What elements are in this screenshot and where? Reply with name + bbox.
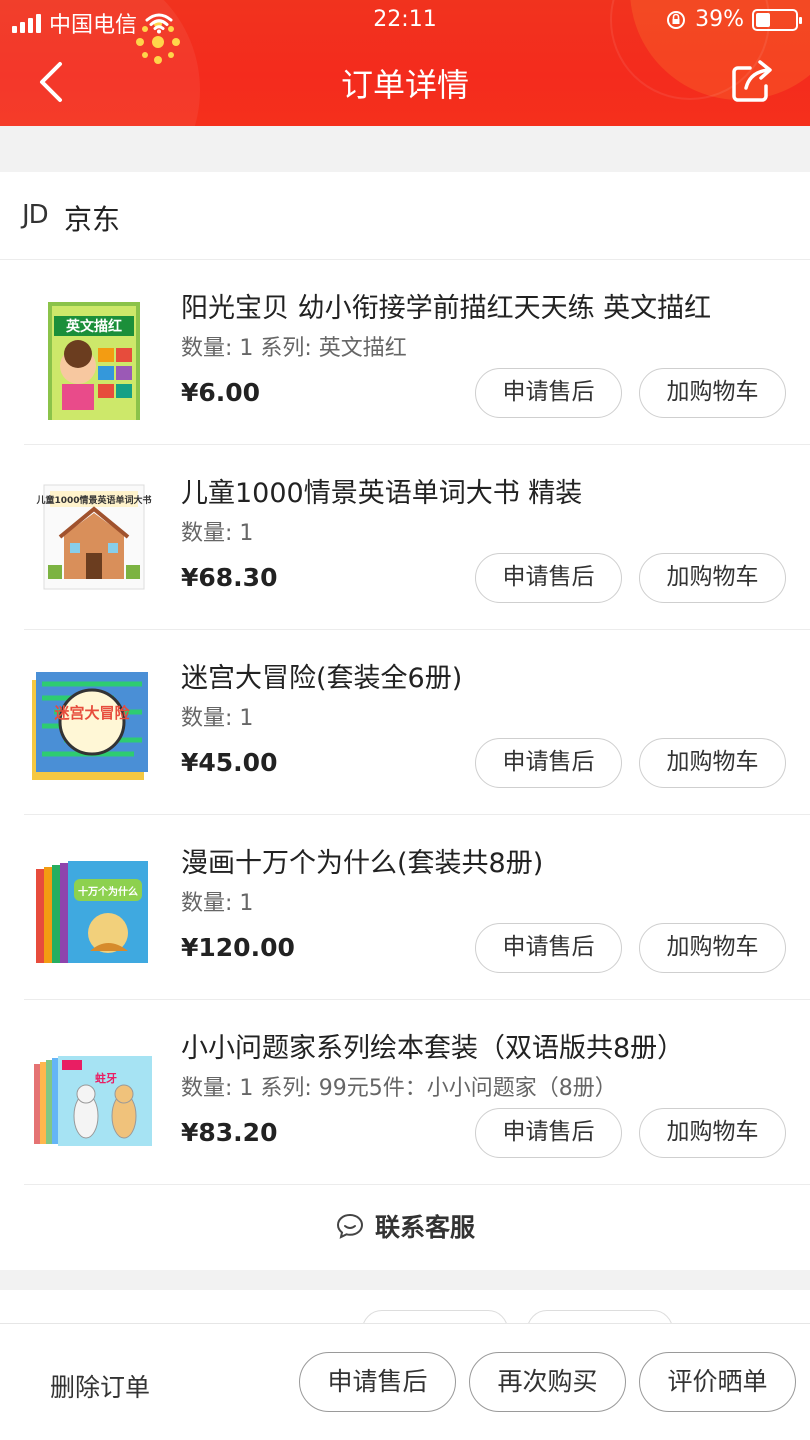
order-item[interactable]: 蛀牙 小小问题家系列绘本套装（双语版共8册） 数量: 1 系列: 99元5件：小… <box>24 1000 810 1185</box>
thumb-title: 十万个为什么 <box>78 885 138 898</box>
nav-bar: 订单详情 <box>0 42 810 126</box>
product-name[interactable]: 迷宫大冒险(套装全6册) <box>181 656 462 695</box>
header: 中国电信 22:11 39% 订单详情 <box>0 0 810 126</box>
page-title: 订单详情 <box>340 66 469 104</box>
bottom-action-bar: 删除订单 申请售后 再次购买 评价晒单 <box>0 1323 810 1440</box>
thumb-title: 英文描红 <box>65 318 122 335</box>
add-to-cart-button[interactable]: 加购物车 <box>639 923 786 973</box>
add-to-cart-button[interactable]: 加购物车 <box>639 738 786 788</box>
battery-icon <box>752 8 802 31</box>
thumb-title: 蛀牙 <box>95 1071 117 1085</box>
add-to-cart-button[interactable]: 加购物车 <box>639 553 786 603</box>
product-thumbnail[interactable]: 儿童1000情景英语单词大书 <box>24 469 160 605</box>
product-meta: 数量: 1 系列: 99元5件：小小问题家（8册） <box>181 1076 617 1101</box>
thumb-title: 迷宫大冒险 <box>53 704 130 722</box>
after-sales-button[interactable]: 申请售后 <box>299 1352 456 1412</box>
contact-service-label: 联系客服 <box>374 1213 475 1242</box>
order-item[interactable]: 十万个为什么 漫画十万个为什么(套装共8册) 数量: 1 ¥120.00 申请售… <box>24 815 810 1000</box>
after-sales-button[interactable]: 申请售后 <box>475 1108 622 1158</box>
jd-logo: JD <box>22 200 49 230</box>
product-meta: 数量: 1 系列: 英文描红 <box>181 336 407 361</box>
order-store-card: JD 京东 英文描红 阳光宝贝 幼小衔接学前描红天天练 英文描红 数量: 1 系… <box>0 172 810 1270</box>
product-thumbnail[interactable]: 蛀牙 <box>24 1024 160 1160</box>
contact-service-button[interactable]: 联系客服 <box>0 1184 810 1270</box>
product-price: ¥68.30 <box>181 563 278 592</box>
product-name[interactable]: 阳光宝贝 幼小衔接学前描红天天练 英文描红 <box>181 286 711 325</box>
product-thumbnail[interactable]: 迷宫大冒险 <box>24 654 160 790</box>
after-sales-button[interactable]: 申请售后 <box>475 368 622 418</box>
store-header[interactable]: JD 京东 <box>0 172 810 260</box>
product-name[interactable]: 漫画十万个为什么(套装共8册) <box>181 841 543 880</box>
order-item[interactable]: 英文描红 阳光宝贝 幼小衔接学前描红天天练 英文描红 数量: 1 系列: 英文描… <box>24 260 810 445</box>
product-name[interactable]: 小小问题家系列绘本套装（双语版共8册） <box>181 1026 684 1065</box>
rotation-lock-icon <box>667 10 686 29</box>
after-sales-button[interactable]: 申请售后 <box>475 738 622 788</box>
store-name: 京东 <box>64 203 121 236</box>
chat-bubble-icon <box>336 1213 363 1239</box>
product-price: ¥120.00 <box>181 933 295 962</box>
product-meta: 数量: 1 <box>181 891 254 916</box>
product-meta: 数量: 1 <box>181 521 254 546</box>
buy-again-button[interactable]: 再次购买 <box>469 1352 626 1412</box>
share-icon[interactable] <box>728 56 778 106</box>
product-name[interactable]: 儿童1000情景英语单词大书 精装 <box>181 471 582 510</box>
product-price: ¥83.20 <box>181 1118 278 1147</box>
product-meta: 数量: 1 <box>181 706 254 731</box>
delete-order-button[interactable]: 删除订单 <box>50 1368 150 1404</box>
status-bar: 中国电信 22:11 39% <box>0 0 810 42</box>
product-price: ¥6.00 <box>181 378 261 407</box>
order-item[interactable]: 儿童1000情景英语单词大书 儿童1000情景英语单词大书 精装 数量: 1 ¥… <box>24 445 810 630</box>
product-price: ¥45.00 <box>181 748 278 777</box>
add-to-cart-button[interactable]: 加购物车 <box>639 1108 786 1158</box>
add-to-cart-button[interactable]: 加购物车 <box>639 368 786 418</box>
after-sales-button[interactable]: 申请售后 <box>475 553 622 603</box>
thumb-title: 儿童1000情景英语单词大书 <box>35 494 151 506</box>
battery-percent: 39% <box>695 7 744 32</box>
product-thumbnail[interactable]: 十万个为什么 <box>24 839 160 975</box>
after-sales-button[interactable]: 申请售后 <box>475 923 622 973</box>
review-button[interactable]: 评价晒单 <box>639 1352 796 1412</box>
order-item[interactable]: 迷宫大冒险 迷宫大冒险(套装全6册) 数量: 1 ¥45.00 申请售后 加购物… <box>24 630 810 815</box>
product-thumbnail[interactable]: 英文描红 <box>24 284 160 420</box>
